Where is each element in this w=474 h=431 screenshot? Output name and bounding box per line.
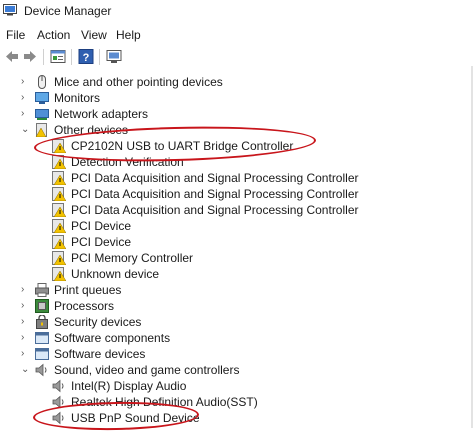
help-icon[interactable]: ? (78, 49, 94, 64)
warning-device-icon (52, 187, 66, 201)
tree-item-label: Detection Verification (71, 155, 184, 169)
tree-item-label: Processors (54, 299, 115, 313)
tree-item-label: Network adapters (54, 107, 149, 121)
tree-item-label: CP2102N USB to UART Bridge Controller (71, 139, 294, 153)
chevron-right-icon[interactable]: › (21, 298, 31, 314)
tree-item-label: Sound, video and game controllers (54, 363, 240, 377)
warning-device-icon (52, 235, 66, 249)
warning-device-icon (52, 171, 66, 185)
tree-item-software-devices[interactable]: › Software devices (0, 346, 470, 362)
tree-item-label: Software components (54, 331, 171, 345)
tree-item-label: Unknown device (71, 267, 160, 281)
tree-item-label: PCI Device (71, 219, 132, 233)
speaker-icon (35, 363, 47, 377)
tree-item-label: PCI Device (71, 235, 132, 249)
security-chip-icon (36, 315, 48, 329)
tree-item-label: Print queues (54, 283, 122, 297)
tree-item-processors[interactable]: › Processors (0, 298, 470, 314)
menu-view[interactable]: View (81, 28, 107, 42)
chevron-right-icon[interactable]: › (21, 106, 31, 122)
chevron-down-icon[interactable]: ⌄ (21, 362, 31, 378)
chevron-right-icon[interactable]: › (21, 90, 31, 106)
title-bar: Device Manager (0, 0, 474, 24)
chevron-right-icon[interactable]: › (21, 282, 31, 298)
warning-device-icon (52, 139, 66, 153)
tree-item-device[interactable]: CP2102N USB to UART Bridge Controller (0, 138, 470, 154)
tree-item-other-devices[interactable]: ⌄ Other devices (0, 122, 470, 138)
toolbar-separator (99, 49, 100, 65)
toolbar-separator (43, 49, 44, 65)
properties-icon[interactable] (50, 49, 66, 64)
warning-device-icon (52, 155, 66, 169)
menu-action[interactable]: Action (37, 28, 70, 42)
speaker-icon (52, 395, 64, 409)
window-title: Device Manager (24, 4, 112, 18)
speaker-icon (52, 379, 64, 393)
toolbar-separator (71, 49, 72, 65)
tree-item-monitors[interactable]: › Monitors (0, 90, 470, 106)
chevron-right-icon[interactable]: › (21, 330, 31, 346)
menu-help[interactable]: Help (116, 28, 141, 42)
svg-text:?: ? (83, 52, 90, 64)
monitor-icon (35, 92, 49, 104)
tree-item-mice[interactable]: › Mice and other pointing devices (0, 74, 470, 90)
tree-item-device[interactable]: PCI Data Acquisition and Signal Processi… (0, 202, 470, 218)
tree-item-label: PCI Data Acquisition and Signal Processi… (71, 203, 359, 217)
processor-icon (35, 299, 49, 313)
menu-file[interactable]: File (6, 28, 25, 42)
speaker-icon (52, 411, 64, 425)
tree-item-device[interactable]: PCI Memory Controller (0, 250, 470, 266)
tree-item-label: Monitors (54, 91, 101, 105)
tree-item-device[interactable]: PCI Device (0, 218, 470, 234)
unknown-device-icon (35, 123, 47, 137)
warning-device-icon (52, 251, 66, 265)
tree-item-security-devices[interactable]: › Security devices (0, 314, 470, 330)
tree-item-label: Other devices (54, 123, 129, 137)
warning-device-icon (52, 203, 66, 217)
device-manager-icon (3, 4, 17, 16)
tree-item-device[interactable]: Detection Verification (0, 154, 470, 170)
tree-item-print-queues[interactable]: › Print queues (0, 282, 470, 298)
window-edge (471, 66, 473, 428)
warning-device-icon (52, 267, 66, 281)
tree-item-label: Mice and other pointing devices (54, 75, 223, 89)
back-arrow-icon[interactable] (4, 49, 20, 64)
tree-item-label: USB PnP Sound Device (71, 411, 200, 425)
chevron-right-icon[interactable]: › (21, 314, 31, 330)
tree-item-audio-device[interactable]: USB PnP Sound Device (0, 410, 470, 426)
tree-item-label: PCI Data Acquisition and Signal Processi… (71, 171, 359, 185)
tree-item-label: PCI Data Acquisition and Signal Processi… (71, 187, 359, 201)
tree-item-device[interactable]: PCI Data Acquisition and Signal Processi… (0, 170, 470, 186)
mouse-icon (38, 75, 46, 89)
tree-item-device[interactable]: PCI Device (0, 234, 470, 250)
tree-item-software-components[interactable]: › Software components (0, 330, 470, 346)
tree-item-device[interactable]: PCI Data Acquisition and Signal Processi… (0, 186, 470, 202)
menu-bar: File Action View Help (0, 26, 474, 44)
chevron-right-icon[interactable]: › (21, 74, 31, 90)
chevron-right-icon[interactable]: › (21, 346, 31, 362)
tree-item-label: Realtek High Definition Audio(SST) (71, 395, 258, 409)
tree-item-device[interactable]: Unknown device (0, 266, 470, 282)
tree-item-label: Intel(R) Display Audio (71, 379, 187, 393)
tree-item-audio-device[interactable]: Realtek High Definition Audio(SST) (0, 394, 470, 410)
tree-item-audio-device[interactable]: Intel(R) Display Audio (0, 378, 470, 394)
scan-hardware-icon[interactable] (106, 49, 122, 64)
warning-device-icon (52, 219, 66, 233)
forward-arrow-icon[interactable] (22, 49, 38, 64)
chevron-down-icon[interactable]: ⌄ (21, 122, 31, 138)
software-device-icon (35, 348, 49, 360)
tree-item-network[interactable]: › Network adapters (0, 106, 470, 122)
network-adapter-icon (35, 109, 49, 120)
printer-icon (35, 283, 49, 297)
software-component-icon (35, 332, 49, 344)
tree-item-sound-video[interactable]: ⌄ Sound, video and game controllers (0, 362, 470, 378)
tree-item-label: Security devices (54, 315, 142, 329)
tree-item-label: Software devices (54, 347, 146, 361)
tree-item-label: PCI Memory Controller (71, 251, 194, 265)
toolbar: ? (0, 46, 474, 68)
